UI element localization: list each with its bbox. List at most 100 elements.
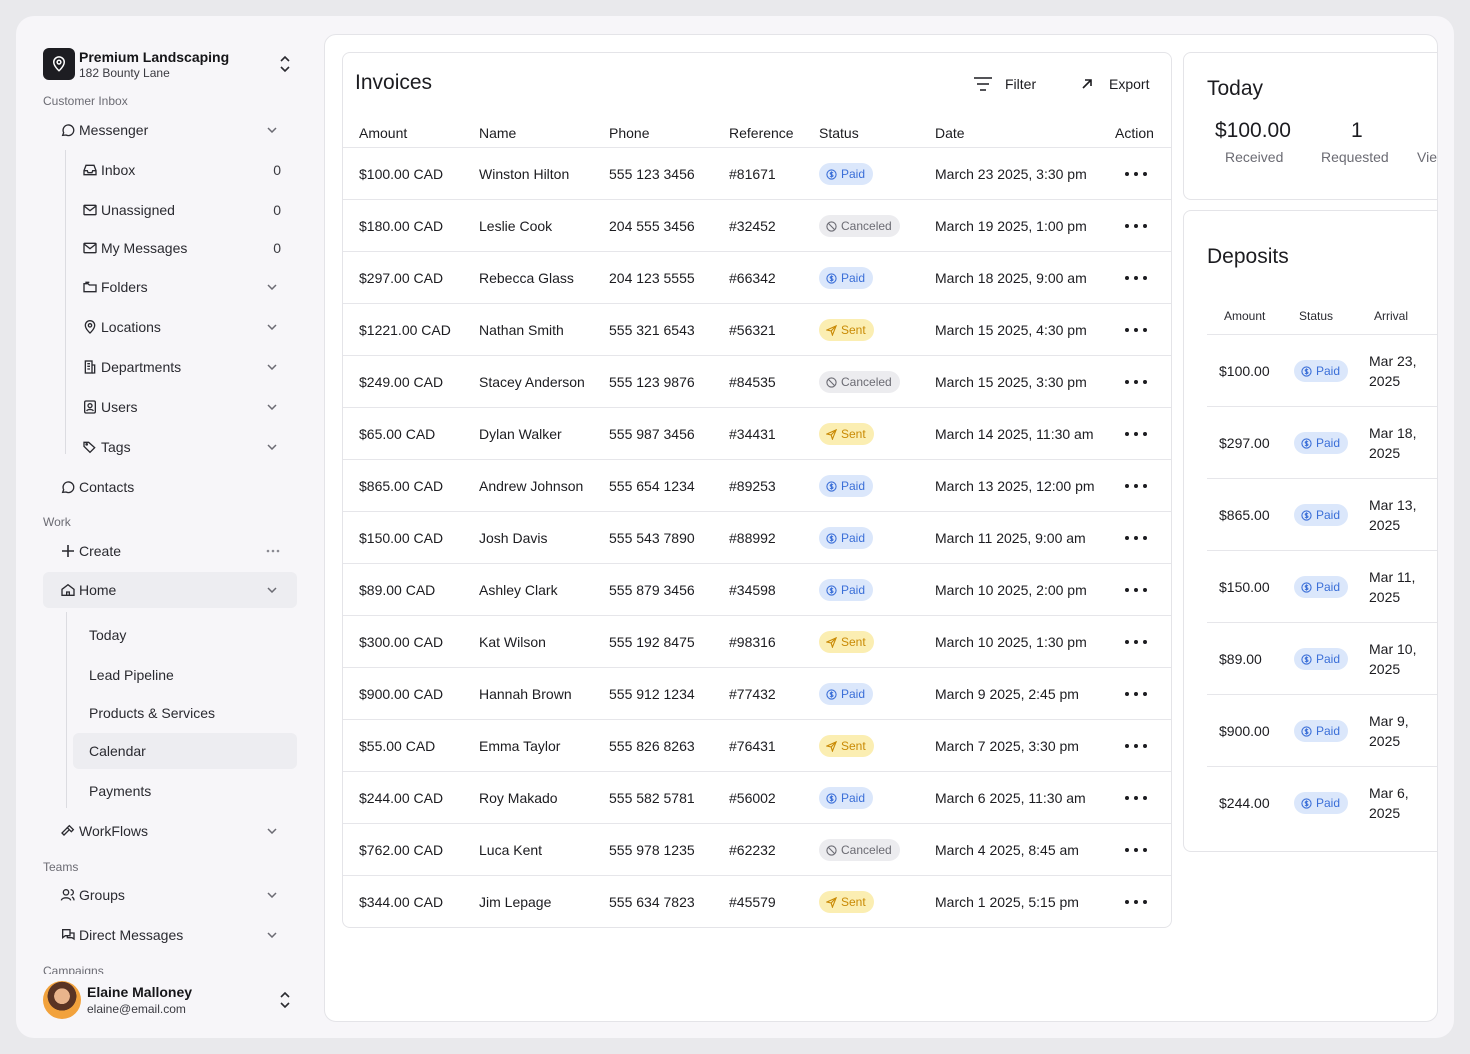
chevron-down-icon[interactable] [265,360,279,374]
nav-contacts[interactable]: Contacts [59,469,279,505]
nav-payments[interactable]: Payments [89,773,279,809]
filter-button[interactable]: Filter [973,73,1036,95]
table-row[interactable]: $89.00 CAD Ashley Clark 555 879 3456 #34598… [343,563,1171,615]
chevron-down-icon[interactable] [265,583,279,597]
deposit-arrival: Mar 9, 2025 [1369,713,1409,749]
table-row[interactable]: $244.00 CAD Roy Makado 555 582 5781 #56002 P… [343,771,1171,823]
nav-today[interactable]: Today [89,617,279,653]
deposit-amount: $900.00 [1219,723,1270,739]
chevron-up-down-icon[interactable] [277,990,293,1010]
column-header[interactable]: Arrival [1374,309,1408,323]
deposit-arrival: Mar 6, 2025 [1369,785,1409,821]
more-actions-icon[interactable] [1125,668,1147,720]
nav-home[interactable]: Home [59,572,279,608]
more-actions-icon[interactable] [1125,720,1147,772]
nav-groups[interactable]: Groups [59,877,279,913]
table-row[interactable]: $297.00 CAD Rebecca Glass 204 123 5555 #663… [343,251,1171,303]
chevron-down-icon[interactable] [265,824,279,838]
column-header[interactable]: Name [479,125,516,141]
nav-label: Direct Messages [79,927,184,943]
table-row[interactable]: $300.00 CAD Kat Wilson 555 192 8475 #98316 S… [343,615,1171,667]
table-row[interactable]: $249.00 CAD Stacey Anderson 555 123 9876 #8… [343,355,1171,407]
amount-cell: $900.00 CAD [359,686,444,702]
table-row[interactable]: $55.00 CAD Emma Taylor 555 826 8263 #76431 S… [343,719,1171,771]
building-icon [81,358,99,376]
more-actions-icon[interactable] [1125,512,1147,564]
deposit-arrival: Mar 13, 2025 [1369,497,1417,533]
chevron-up-down-icon[interactable] [277,54,293,74]
chevron-down-icon[interactable] [265,123,279,137]
more-actions-icon[interactable] [1125,148,1147,200]
nav-my-messages[interactable]: My Messages 0 [81,230,281,266]
table-row[interactable]: $865.00 CAD Andrew Johnson 555 654 1234 #89… [343,459,1171,511]
table-row[interactable]: $900.00 CAD Hannah Brown 555 912 1234 #7743… [343,667,1171,719]
more-actions-icon[interactable] [1125,876,1147,928]
column-header[interactable]: Status [1299,309,1333,323]
dollar-circle-icon [826,584,837,596]
nav-tags[interactable]: Tags [81,429,279,465]
chevron-down-icon[interactable] [265,928,279,942]
nav-departments[interactable]: Departments [81,349,279,385]
nav-lead-pipeline[interactable]: Lead Pipeline [89,657,279,693]
user-account-switcher[interactable]: Elaine Malloney elaine@email.com [43,980,293,1020]
table-row[interactable]: $100.00 CAD Winston Hilton 555 123 3456 #81… [343,147,1171,199]
more-actions-icon[interactable] [1125,304,1147,356]
deposit-row[interactable]: $100.00 Paid Mar 23, 2025 [1207,334,1437,406]
more-horizontal-icon[interactable] [265,544,281,558]
chevron-down-icon[interactable] [265,888,279,902]
column-header[interactable]: Action [1115,125,1154,141]
chevron-down-icon[interactable] [265,440,279,454]
nav-label: Messenger [79,122,149,138]
table-row[interactable]: $65.00 CAD Dylan Walker 555 987 3456 #34431… [343,407,1171,459]
tree-guide-line [66,612,67,808]
status-label: Paid [1316,580,1341,594]
nav-label: My Messages [101,240,188,256]
table-row[interactable]: $762.00 CAD Luca Kent 555 978 1235 #62232 Ca… [343,823,1171,875]
column-header[interactable]: Amount [1224,309,1265,323]
more-actions-icon[interactable] [1125,564,1147,616]
export-button[interactable]: Export [1077,73,1149,95]
column-header[interactable]: Status [819,125,859,141]
more-actions-icon[interactable] [1125,356,1147,408]
nav-unassigned[interactable]: Unassigned 0 [81,192,281,228]
deposit-row[interactable]: $150.00 Paid Mar 11, 2025 [1207,550,1437,622]
nav-label: Create [79,543,122,559]
nav-create[interactable]: Create [59,533,281,569]
nav-locations[interactable]: Locations [81,309,279,345]
org-switcher[interactable]: Premium Landscaping 182 Bounty Lane [43,46,293,82]
deposit-row[interactable]: $297.00 Paid Mar 18, 2025 [1207,406,1437,478]
nav-inbox[interactable]: Inbox 0 [81,152,281,188]
more-actions-icon[interactable] [1125,408,1147,460]
received-label: Received [1225,149,1284,165]
more-actions-icon[interactable] [1125,824,1147,876]
deposit-row[interactable]: $900.00 Paid Mar 9, 2025 [1207,694,1437,766]
deposit-row[interactable]: $244.00 Paid Mar 6, 2025 [1207,766,1437,838]
deposit-row[interactable]: $89.00 Paid Mar 10, 2025 [1207,622,1437,694]
more-actions-icon[interactable] [1125,772,1147,824]
nav-workflows[interactable]: WorkFlows [59,813,279,849]
column-header[interactable]: Amount [359,125,407,141]
table-row[interactable]: $150.00 CAD Josh Davis 555 543 7890 #88992 P… [343,511,1171,563]
more-actions-icon[interactable] [1125,616,1147,668]
nav-direct-messages[interactable]: Direct Messages [59,917,279,953]
nav-products-services[interactable]: Products & Services [89,695,279,731]
table-row[interactable]: $1221.00 CAD Nathan Smith 555 321 6543 #563… [343,303,1171,355]
status-badge: Paid [819,475,874,497]
filter-label: Filter [1005,76,1037,92]
nav-users[interactable]: Users [81,389,279,425]
more-actions-icon[interactable] [1125,252,1147,304]
column-header[interactable]: Phone [609,125,649,141]
chevron-down-icon[interactable] [265,320,279,334]
chevron-down-icon[interactable] [265,280,279,294]
more-actions-icon[interactable] [1125,460,1147,512]
nav-calendar[interactable]: Calendar [89,733,279,769]
nav-messenger[interactable]: Messenger [59,112,279,148]
table-row[interactable]: $180.00 CAD Leslie Cook 204 555 3456 #32452… [343,199,1171,251]
chevron-down-icon[interactable] [265,400,279,414]
nav-folders[interactable]: Folders [81,269,279,305]
more-actions-icon[interactable] [1125,200,1147,252]
column-header[interactable]: Reference [729,125,794,141]
column-header[interactable]: Date [935,125,965,141]
table-row[interactable]: $344.00 CAD Jim Lepage 555 634 7823 #45579 S… [343,875,1171,927]
deposit-row[interactable]: $865.00 Paid Mar 13, 2025 [1207,478,1437,550]
